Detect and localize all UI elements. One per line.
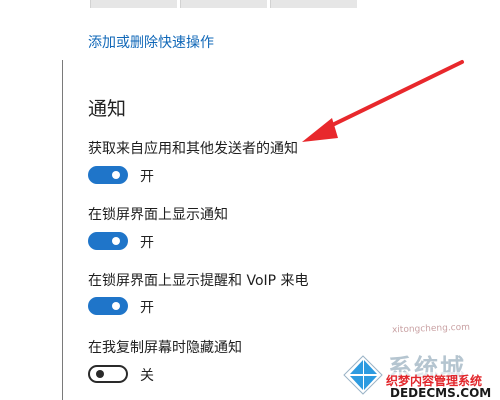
toggle-state-label: 开	[140, 300, 154, 316]
quick-action-tile[interactable]	[180, 0, 267, 8]
toggle-lockscreen-notifications[interactable]	[88, 232, 128, 250]
toggle-hide-when-duplicating[interactable]	[88, 365, 128, 383]
toggle-state-label: 开	[140, 235, 154, 251]
setting-label-lockscreen-reminders-voip: 在锁屏界面上显示提醒和 VoIP 来电	[88, 273, 309, 289]
watermark-site-text: xitongcheng.com	[391, 322, 471, 336]
watermark-domain: DEDECMS.COM	[390, 386, 492, 400]
watermark: 系统城 织梦内容管理系统 DEDECMS.COM	[340, 348, 500, 400]
toggle-lockscreen-reminders-voip[interactable]	[88, 297, 128, 315]
windows-logo-icon	[343, 355, 383, 395]
toggle-knob	[112, 302, 120, 310]
toggle-knob	[112, 237, 120, 245]
setting-label-lockscreen-notifications: 在锁屏界面上显示通知	[88, 207, 228, 223]
toggle-knob	[96, 370, 104, 378]
toggle-state-label: 关	[140, 368, 154, 384]
quick-action-tile[interactable]	[270, 0, 357, 8]
quick-action-tile[interactable]	[90, 0, 177, 8]
notifications-section-title: 通知	[88, 98, 127, 120]
add-remove-quick-actions-link[interactable]: 添加或删除快速操作	[88, 32, 214, 52]
setting-label-get-notifications: 获取来自应用和其他发送者的通知	[88, 141, 298, 157]
quick-action-tiles	[90, 0, 362, 8]
red-arrow-annotation	[302, 60, 464, 142]
toggle-get-notifications[interactable]	[88, 166, 128, 184]
setting-label-hide-when-duplicating: 在我复制屏幕时隐藏通知	[88, 340, 242, 356]
window-divider	[62, 60, 63, 400]
toggle-knob	[112, 171, 120, 179]
toggle-state-label: 开	[140, 169, 154, 185]
